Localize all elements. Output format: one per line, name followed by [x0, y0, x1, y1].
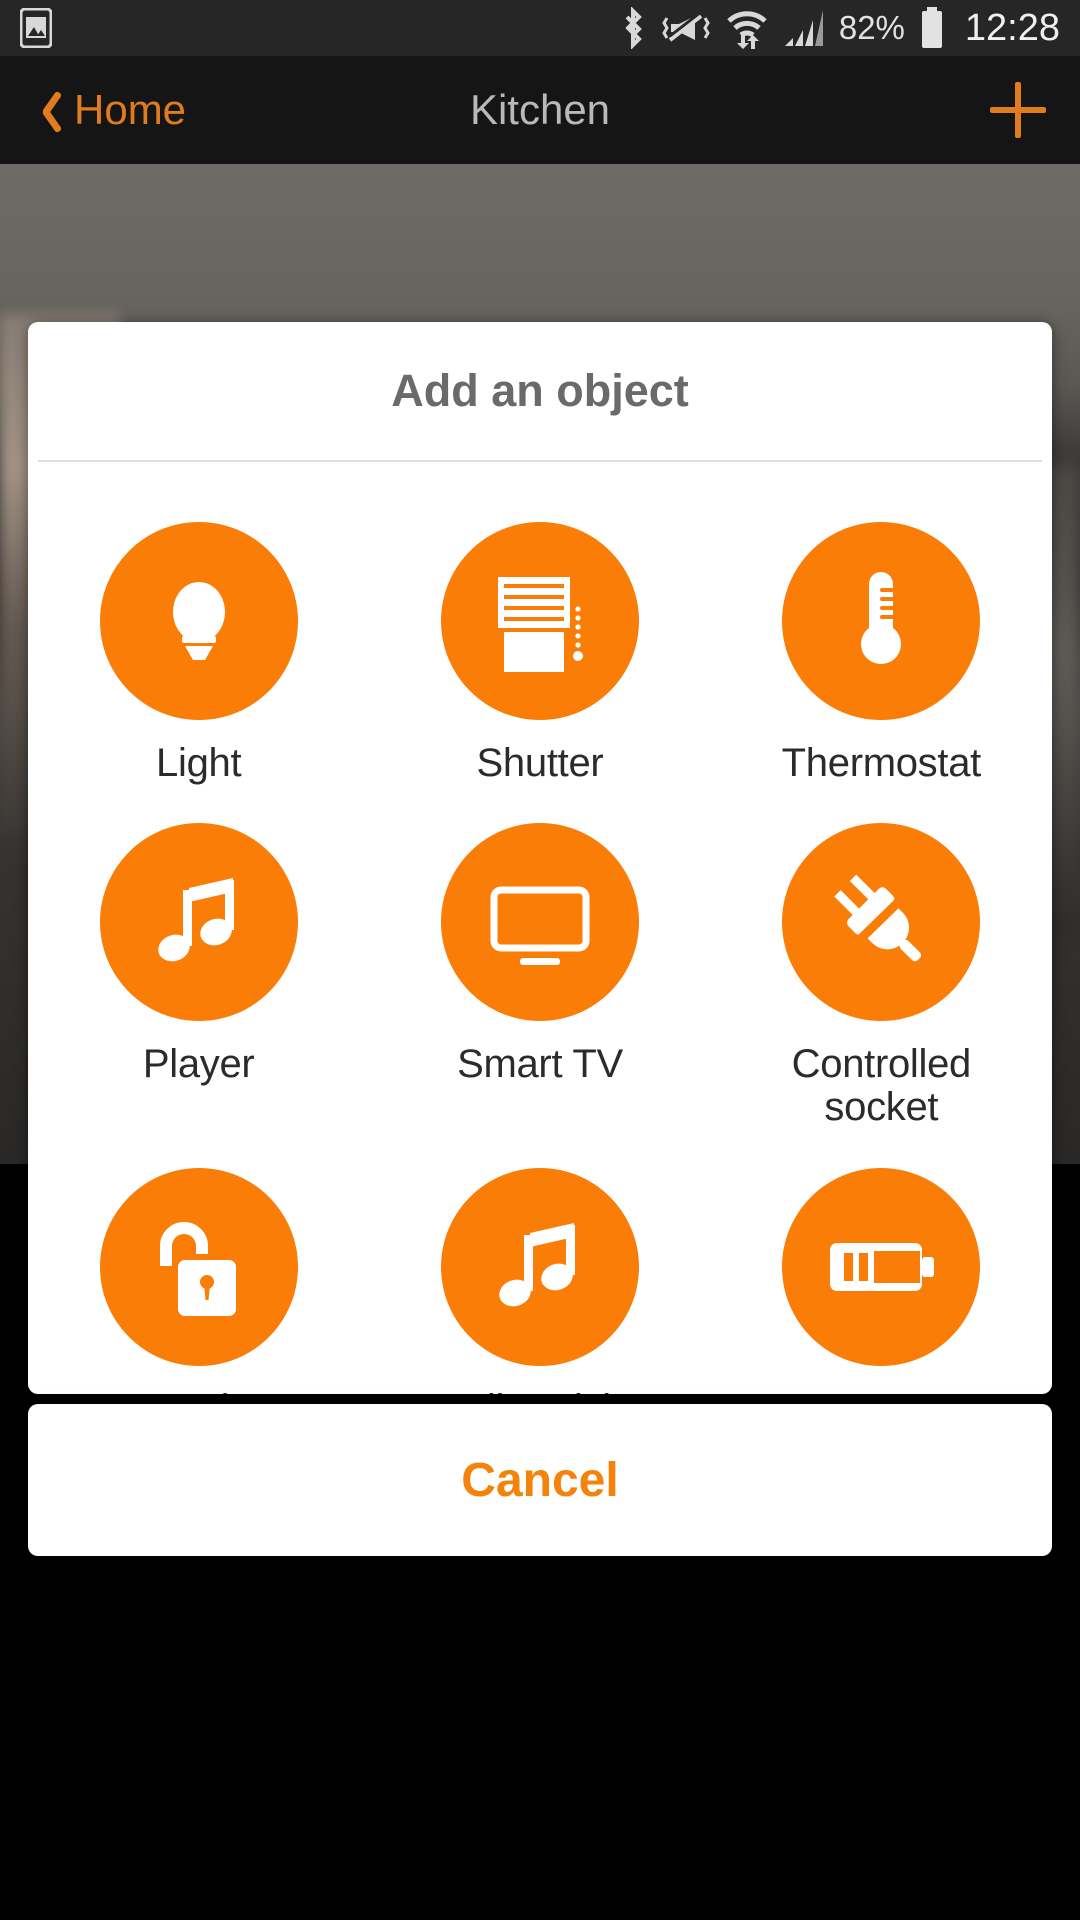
power-plug-icon — [782, 823, 981, 1022]
object-option-label: Lock — [49, 1387, 349, 1394]
battery-icon — [919, 7, 945, 49]
chevron-left-icon — [34, 88, 60, 132]
object-option-light[interactable]: Light — [28, 484, 369, 785]
object-option-label: Energy — [731, 1387, 1031, 1394]
object-option-label: Controlled socket — [791, 1042, 972, 1130]
lightbulb-icon — [99, 522, 298, 720]
object-option-thermostat[interactable]: Thermostat — [711, 484, 1052, 785]
object-option-shutter[interactable]: Shutter — [369, 484, 710, 785]
screenshot-icon — [20, 8, 52, 48]
padlock-open-icon — [99, 1167, 298, 1366]
plus-icon[interactable] — [990, 82, 1046, 138]
object-option-label: Player — [142, 1042, 255, 1087]
phone-screen: 82% 12:28 Home Kitchen Add an object Lig… — [0, 0, 1080, 1920]
clock: 12:28 — [964, 6, 1060, 49]
back-button[interactable]: Home — [34, 86, 186, 134]
object-option-label: Thermostat — [781, 741, 982, 785]
object-option-label: Smart TV — [457, 1042, 623, 1087]
bluetooth-icon — [619, 7, 647, 49]
battery-energy-icon — [782, 1167, 981, 1366]
object-option-energy[interactable]: Energy — [711, 1130, 1052, 1394]
mute-vibrate-icon — [661, 8, 711, 48]
battery-percent: 82% — [838, 9, 905, 46]
object-option-label: Shutter — [476, 741, 604, 785]
object-option-smart-tv[interactable]: Smart TV — [369, 785, 710, 1129]
wifi-icon — [725, 7, 769, 49]
cancel-button[interactable]: Cancel — [28, 1404, 1052, 1556]
object-option-lock[interactable]: Lock — [28, 1130, 369, 1394]
signal-icon — [783, 8, 825, 48]
thermometer-icon — [782, 522, 981, 720]
object-option-label: Audio Bticino — [390, 1387, 690, 1394]
music-note-icon — [440, 1167, 639, 1366]
object-type-grid: Light Shutter Thermostat Player Smart TV… — [28, 462, 1052, 1394]
object-option-label: Light — [156, 741, 242, 785]
dialog-title: Add an object — [391, 365, 689, 416]
cancel-label: Cancel — [461, 1453, 619, 1507]
object-option-audio-bticino[interactable]: Audio Bticino — [369, 1130, 710, 1394]
television-icon — [440, 823, 639, 1022]
shutter-icon — [440, 522, 639, 720]
add-object-dialog: Add an object Light Shutter Thermostat P… — [28, 322, 1052, 1394]
object-option-player[interactable]: Player — [28, 785, 369, 1129]
app-bar: Home Kitchen — [0, 56, 1080, 164]
music-note-icon — [99, 823, 298, 1022]
status-bar: 82% 12:28 — [0, 0, 1080, 56]
back-label: Home — [74, 86, 187, 133]
object-option-controlled-socket[interactable]: Controlled socket — [711, 785, 1052, 1129]
